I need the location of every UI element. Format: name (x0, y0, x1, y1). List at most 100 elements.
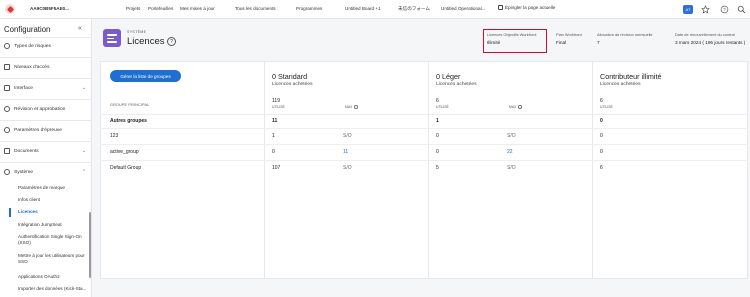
standard-max-header: MAX (345, 105, 358, 109)
light-license-title: 0 Léger (436, 72, 461, 81)
table-cell-light-max[interactable]: 22 (507, 149, 513, 155)
row-divider (100, 128, 748, 129)
light-used-total: 6 (436, 98, 439, 104)
sidebar-scrollbar[interactable] (89, 212, 91, 278)
help-icon[interactable]: ? (720, 5, 729, 14)
column-divider (428, 61, 429, 279)
max-label: MAX (345, 105, 353, 109)
table-cell-light-used: 0 (436, 149, 439, 155)
collapse-sidebar-icon[interactable]: « (78, 25, 82, 32)
table-cell-light-used: 5 (436, 165, 439, 171)
table-cell-standard-used: 11 (272, 118, 278, 124)
sidebar-item-label: Types de risques (14, 43, 51, 49)
pin-current-page-button[interactable]: Épingler la page actuelle (498, 5, 555, 10)
standard-used-total: 119 (272, 98, 280, 104)
nav-all-documents[interactable]: Tous les documents (235, 6, 276, 11)
contributor-used-total: 6 (600, 98, 603, 104)
table-cell-contributor: 0 (600, 118, 603, 124)
info-icon[interactable] (518, 105, 522, 109)
nav-projects[interactable]: Projets (126, 6, 140, 11)
sidebar-item-label: Niveaux d'accès (14, 64, 50, 70)
sidebar-item-risk-types[interactable]: Types de risques (4, 41, 90, 51)
table-row-group: Default Group (110, 165, 142, 171)
table-cell-light-max: S/O (507, 165, 516, 171)
pin-icon (498, 5, 503, 10)
table-cell-contributor: 0 (600, 133, 603, 139)
light-used-header: UTILISÉ (436, 105, 449, 109)
lock-icon (4, 64, 10, 70)
table-cell-standard-max[interactable]: 11 (343, 149, 348, 155)
table-cell-contributor: 0 (600, 149, 603, 155)
sidebar-subitem-update-users-sso[interactable]: Mettre à jour les utilisateurs pour SSO (18, 253, 90, 265)
sidebar-item-system[interactable]: Système ⌃ (4, 167, 90, 177)
search-icon[interactable] (737, 5, 746, 14)
row-divider (100, 114, 748, 115)
configuration-sidebar: Configuration « Types de risques Niveaux… (0, 19, 92, 297)
sidebar-subitem-brand-settings[interactable]: Paramètres de marque (18, 185, 90, 191)
star-icon[interactable] (701, 5, 710, 14)
interface-icon (4, 85, 10, 91)
org-name[interactable]: AA9C0B5F5AE0... (30, 6, 69, 11)
nav-my-updates[interactable]: Mes mises à jour (180, 6, 215, 11)
help-circle-icon[interactable]: ? (167, 37, 176, 46)
nav-form[interactable]: 未信のフォーム (398, 6, 430, 12)
column-divider (592, 61, 593, 279)
manage-group-list-button[interactable]: Gérer la liste de groupes (110, 70, 181, 82)
info-icon[interactable] (354, 105, 358, 109)
sidebar-subitem-jumpseat[interactable]: Intégration JumpSeat (18, 222, 90, 228)
sidebar-item-interface[interactable]: Interface ⌄ (4, 83, 90, 93)
sidebar-item-documents[interactable]: Documents ⌄ (4, 146, 90, 156)
meta-label: Date de renouvellement du contrat (675, 32, 735, 37)
divider (0, 78, 92, 79)
meta-value: 3 mars 2024 ( 195 jours restants ) (675, 40, 746, 45)
svg-text:?: ? (723, 7, 726, 12)
table-cell-standard-used: 107 (272, 165, 281, 171)
max-label: MAX (509, 105, 517, 109)
nav-untitled-board[interactable]: Untitled Board +1 (345, 6, 381, 11)
sidebar-subitem-customer-info[interactable]: Infos client (18, 197, 90, 203)
top-navigation-bar: AA9C0B5F5AE0... Projets Portefeuilles Me… (0, 0, 750, 19)
divider (0, 99, 92, 100)
table-cell-standard-max: S/O (343, 165, 352, 171)
risk-icon (4, 43, 10, 49)
meta-workfront-plan: Plan Workfront Final (556, 32, 582, 45)
breadcrumb: SYSTÈME (127, 30, 147, 34)
standard-used-header: UTILISÉ (272, 105, 285, 109)
nav-programs[interactable]: Programmes (296, 6, 322, 11)
nav-untitled-operational[interactable]: Untitled Operational... (441, 6, 485, 11)
meta-renewal-date: Date de renouvellement du contrat 3 mars… (675, 32, 745, 45)
table-cell-standard-used: 1 (272, 133, 275, 139)
table-cell-light-used: 1 (436, 118, 439, 124)
nav-portfolios[interactable]: Portefeuilles (148, 6, 173, 11)
workfront-logo-icon[interactable] (5, 4, 15, 14)
sidebar-item-proof-settings[interactable]: Paramètres d'épreuve (4, 125, 90, 135)
sidebar-item-label: Paramètres d'épreuve (14, 127, 62, 133)
document-icon (4, 148, 10, 154)
divider (0, 162, 92, 163)
sidebar-item-review-approval[interactable]: Révision et approbation (4, 104, 90, 114)
sidebar-subitem-licenses[interactable]: Licences (18, 209, 90, 215)
table-cell-light-used: 0 (436, 133, 439, 139)
sidebar-item-access-levels[interactable]: Niveaux d'accès (4, 62, 90, 72)
meta-label: Plan Workfront (556, 32, 582, 37)
sidebar-item-label: Système (14, 169, 34, 175)
sidebar-subitem-oauth2[interactable]: Applications OAuth2 (18, 274, 90, 280)
chevron-down-icon: ⌄ (81, 148, 86, 154)
table-cell-contributor: 6 (600, 165, 603, 171)
contributor-license-title: Contributeur illimité (600, 72, 662, 81)
group-column-header: GROUPE PRINCIPAL (110, 103, 150, 107)
meta-review-allocation: Allocation de révision mensuelle 7 (597, 32, 653, 45)
standard-license-title: 0 Standard (272, 72, 308, 81)
proof-icon (4, 127, 10, 133)
chevron-down-icon: ⌄ (81, 85, 86, 91)
contributor-license-subtitle: Licences achetées (600, 82, 641, 87)
table-row-group: Autres groupes (110, 118, 147, 124)
sidebar-subitem-kickstart[interactable]: Importer des données (Kick-Sta... (18, 286, 90, 292)
light-license-subtitle: Licences achetées (436, 82, 477, 87)
table-cell-standard-used: 0 (272, 149, 275, 155)
page-title: Licences (127, 36, 165, 47)
apps-badge[interactable]: AT (683, 5, 693, 14)
table-row-group: 123 (110, 133, 119, 139)
sidebar-subitem-sso[interactable]: Authentification Single Sign-On (SSO) (18, 234, 90, 246)
divider (0, 120, 92, 121)
